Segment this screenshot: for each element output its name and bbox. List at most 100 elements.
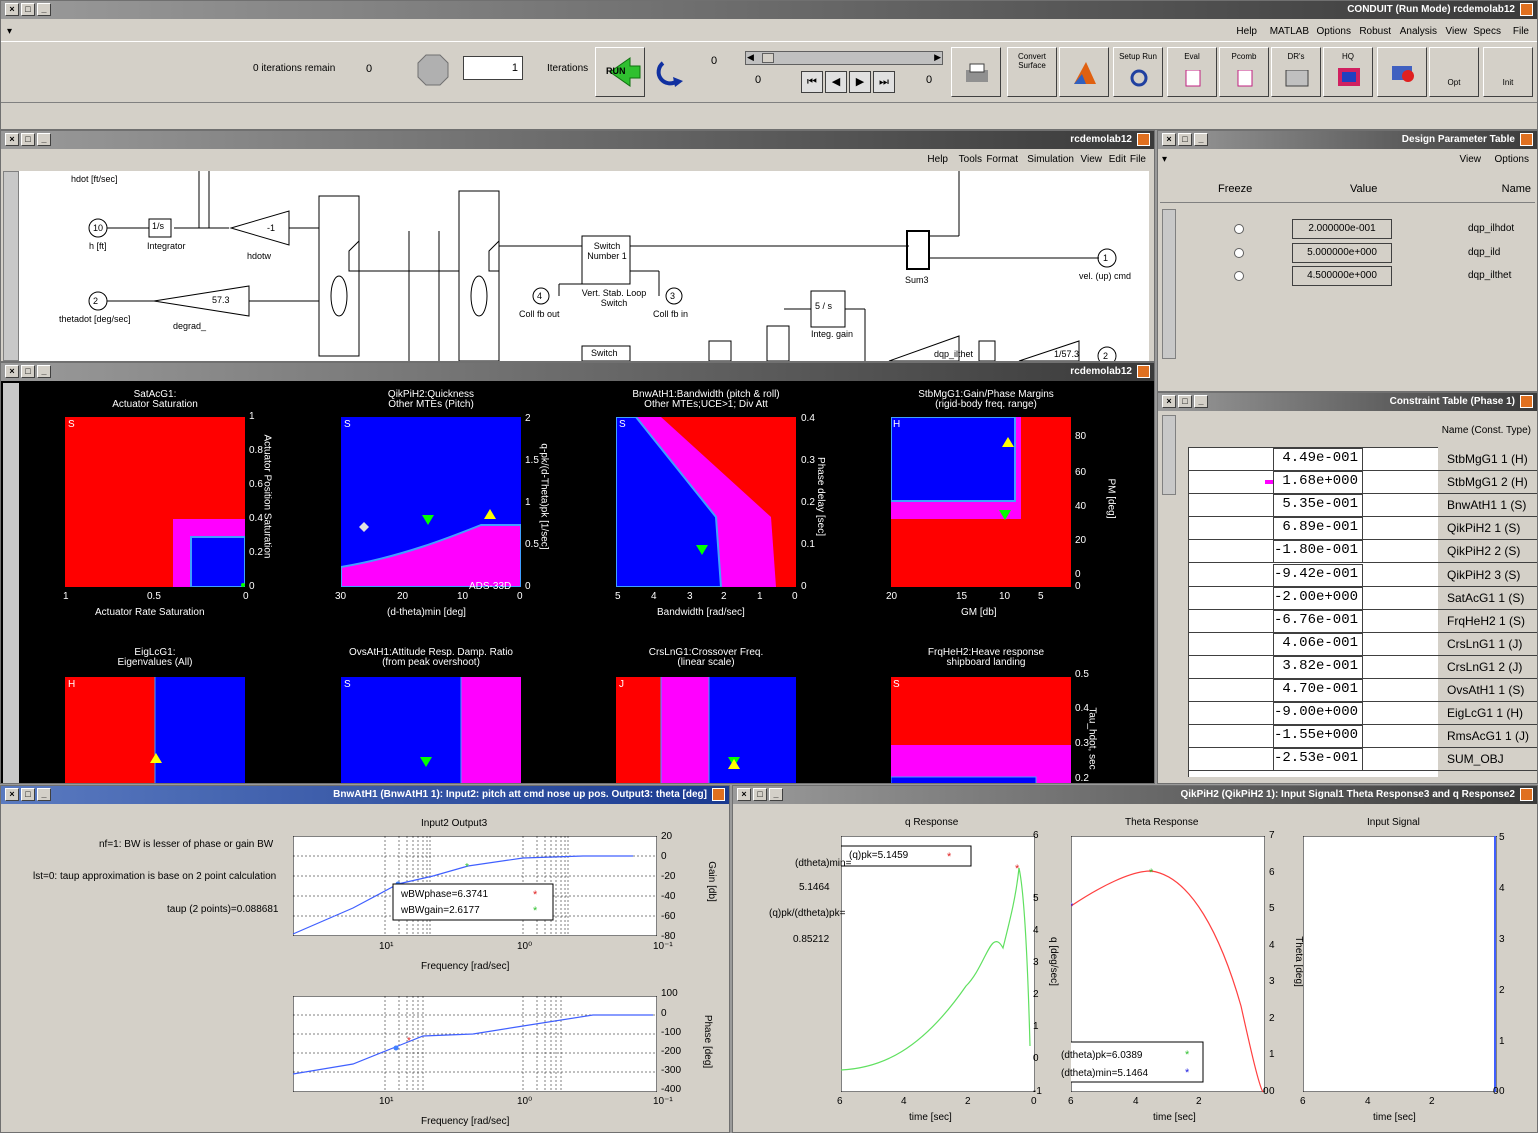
sim-vscrollbar[interactable] bbox=[3, 171, 19, 361]
slider-track[interactable]: ◀ ▶ bbox=[745, 51, 943, 65]
stop-button[interactable] bbox=[416, 53, 450, 87]
sim-menu-view[interactable]: View bbox=[1081, 154, 1103, 165]
ct-row[interactable]: ➔-6.76e-001FrqHeH2 1 (S) bbox=[1189, 609, 1537, 633]
dpt-freeze-radio[interactable] bbox=[1234, 224, 1244, 234]
sim-menu-tools[interactable]: Tools bbox=[959, 154, 982, 165]
ct-minimize-button[interactable]: _ bbox=[1194, 395, 1208, 408]
menu-robust[interactable]: Robust bbox=[1359, 26, 1391, 37]
ovsath-plot[interactable] bbox=[341, 677, 521, 784]
slider-thumb[interactable] bbox=[762, 53, 774, 63]
ct-vscrollbar[interactable] bbox=[1162, 415, 1176, 495]
bw-gain-plot[interactable]: * * * bbox=[293, 836, 657, 936]
ct-row[interactable]: 3.82e-001 CrsLnG1 2 (J) bbox=[1189, 655, 1537, 679]
drs-button[interactable]: DR's bbox=[1271, 47, 1321, 97]
dpt-menu-options[interactable]: Options bbox=[1495, 154, 1529, 165]
sim-maximize-button[interactable]: □ bbox=[21, 133, 35, 146]
dpt-close-button[interactable]: × bbox=[1162, 133, 1176, 146]
menu-analysis[interactable]: Analysis bbox=[1400, 26, 1437, 37]
matlab-button[interactable] bbox=[1059, 47, 1109, 97]
print-button[interactable] bbox=[951, 47, 1001, 97]
redo-button[interactable] bbox=[649, 47, 693, 97]
menu-view[interactable]: View bbox=[1446, 26, 1468, 37]
sim-close-button[interactable]: × bbox=[5, 133, 19, 146]
bw-maximize-button[interactable]: □ bbox=[21, 788, 35, 801]
ct-row[interactable]: 6.89e-001 QikPiH2 1 (S) bbox=[1189, 517, 1537, 541]
qik-maximize-button[interactable]: □ bbox=[753, 788, 767, 801]
record-button[interactable] bbox=[1377, 47, 1427, 97]
dpt-maximize-button[interactable]: □ bbox=[1178, 133, 1192, 146]
init-button[interactable]: Init bbox=[1483, 47, 1533, 97]
dpt-minimize-button[interactable]: _ bbox=[1194, 133, 1208, 146]
sim-minimize-button[interactable]: _ bbox=[37, 133, 51, 146]
sim-menu-file[interactable]: File bbox=[1130, 154, 1146, 165]
ct-row[interactable]: ➔-2.00e+000SatAcG1 1 (S) bbox=[1189, 586, 1537, 610]
sim-menu-format[interactable]: Format bbox=[986, 154, 1018, 165]
dpt-menu-arrow-icon[interactable]: ▾ bbox=[1162, 154, 1167, 165]
maximize-button[interactable]: □ bbox=[21, 3, 35, 16]
dpt-freeze-radio[interactable] bbox=[1234, 271, 1244, 281]
dpt-vscrollbar[interactable] bbox=[1162, 209, 1176, 359]
sim-menu-simulation[interactable]: Simulation bbox=[1027, 154, 1074, 165]
nav-last-button[interactable]: ⏭ bbox=[873, 71, 895, 93]
setup-run-button[interactable]: Setup Run bbox=[1113, 47, 1163, 97]
qik-close-button[interactable]: × bbox=[737, 788, 751, 801]
ct-row[interactable]: 4.06e-001 CrsLnG1 1 (J) bbox=[1189, 632, 1537, 656]
run-button[interactable]: RUN bbox=[595, 47, 645, 97]
iterations-input[interactable]: 1 bbox=[463, 56, 523, 80]
bnwath-plot[interactable] bbox=[616, 417, 796, 587]
eiglcg-plot[interactable] bbox=[65, 677, 245, 784]
qikpih-plot[interactable] bbox=[341, 417, 521, 587]
opt-button[interactable]: Opt bbox=[1429, 47, 1479, 97]
frqheh-plot[interactable] bbox=[891, 677, 1071, 784]
bw-minimize-button[interactable]: _ bbox=[37, 788, 51, 801]
bw-close-button[interactable]: × bbox=[5, 788, 19, 801]
stbmg-plot[interactable] bbox=[891, 417, 1071, 587]
ct-row[interactable]: 4.70e-001 OvsAtH1 1 (S) bbox=[1189, 679, 1537, 703]
slider-right-arrow-icon[interactable]: ▶ bbox=[934, 52, 941, 63]
ct-close-button[interactable]: × bbox=[1162, 395, 1176, 408]
dpt-row-value[interactable]: 2.000000e-001 bbox=[1292, 219, 1392, 239]
sim-menu-edit[interactable]: Edit bbox=[1109, 154, 1126, 165]
q-response-plot[interactable]: * * bbox=[841, 836, 1035, 1092]
minimize-button[interactable]: _ bbox=[37, 3, 51, 16]
ct-maximize-button[interactable]: □ bbox=[1178, 395, 1192, 408]
menu-arrow-icon[interactable]: ▾ bbox=[7, 26, 12, 37]
ct-row[interactable]: ➔-1.55e+000RmsAcG1 1 (J) bbox=[1189, 725, 1537, 749]
simulink-canvas[interactable]: hdot [ft/sec] 10 h [ft] 1/s Integrator -… bbox=[19, 171, 1149, 361]
convert-surface-button[interactable]: Convert Surface bbox=[1007, 47, 1057, 97]
specs-minimize-button[interactable]: _ bbox=[37, 365, 51, 378]
close-button[interactable]: × bbox=[5, 3, 19, 16]
dpt-freeze-radio[interactable] bbox=[1234, 248, 1244, 258]
menu-specs[interactable]: Specs bbox=[1473, 26, 1501, 37]
dpt-row-value[interactable]: 5.000000e+000 bbox=[1292, 243, 1392, 263]
satacg-plot[interactable] bbox=[65, 417, 245, 587]
ct-row[interactable]: 5.35e-001 BnwAtH1 1 (S) bbox=[1189, 494, 1537, 518]
menu-help[interactable]: Help bbox=[1236, 26, 1257, 37]
crslng-plot[interactable] bbox=[616, 677, 796, 784]
eval-button[interactable]: Eval bbox=[1167, 47, 1217, 97]
hq-button[interactable]: HQ bbox=[1323, 47, 1373, 97]
nav-first-button[interactable]: ⏮ bbox=[801, 71, 823, 93]
specs-vscrollbar[interactable] bbox=[3, 383, 19, 783]
input-signal-plot[interactable] bbox=[1303, 836, 1497, 1092]
slider-left-arrow-icon[interactable]: ◀ bbox=[747, 52, 754, 63]
ct-row[interactable]: ➔-2.53e-001SUM_OBJ bbox=[1189, 748, 1537, 772]
menu-options[interactable]: Options bbox=[1317, 26, 1351, 37]
nav-next-button[interactable]: ▶ bbox=[849, 71, 871, 93]
menu-file[interactable]: File bbox=[1513, 26, 1529, 37]
ct-row[interactable]: -1.80e-001 QikPiH2 2 (S) bbox=[1189, 540, 1537, 564]
dpt-menu-view[interactable]: View bbox=[1460, 154, 1482, 165]
qik-minimize-button[interactable]: _ bbox=[769, 788, 783, 801]
nav-prev-button[interactable]: ◀ bbox=[825, 71, 847, 93]
pcomb-button[interactable]: Pcomb bbox=[1219, 47, 1269, 97]
ct-row[interactable]: 4.49e-001 StbMgG1 1 (H) bbox=[1189, 448, 1537, 472]
bw-phase-plot[interactable]: * bbox=[293, 996, 657, 1092]
menu-matlab[interactable]: MATLAB bbox=[1270, 26, 1309, 37]
ct-row[interactable]: ➔-9.42e-001QikPiH2 3 (S) bbox=[1189, 563, 1537, 587]
specs-maximize-button[interactable]: □ bbox=[21, 365, 35, 378]
ct-row[interactable]: ➔-9.00e+000EigLcG1 1 (H) bbox=[1189, 702, 1537, 726]
dpt-row-value[interactable]: 4.500000e+000 bbox=[1292, 266, 1392, 286]
ct-row[interactable]: 1.68e+000 StbMgG1 2 (H) bbox=[1189, 471, 1537, 495]
specs-close-button[interactable]: × bbox=[5, 365, 19, 378]
sim-menu-help[interactable]: Help bbox=[927, 154, 948, 165]
